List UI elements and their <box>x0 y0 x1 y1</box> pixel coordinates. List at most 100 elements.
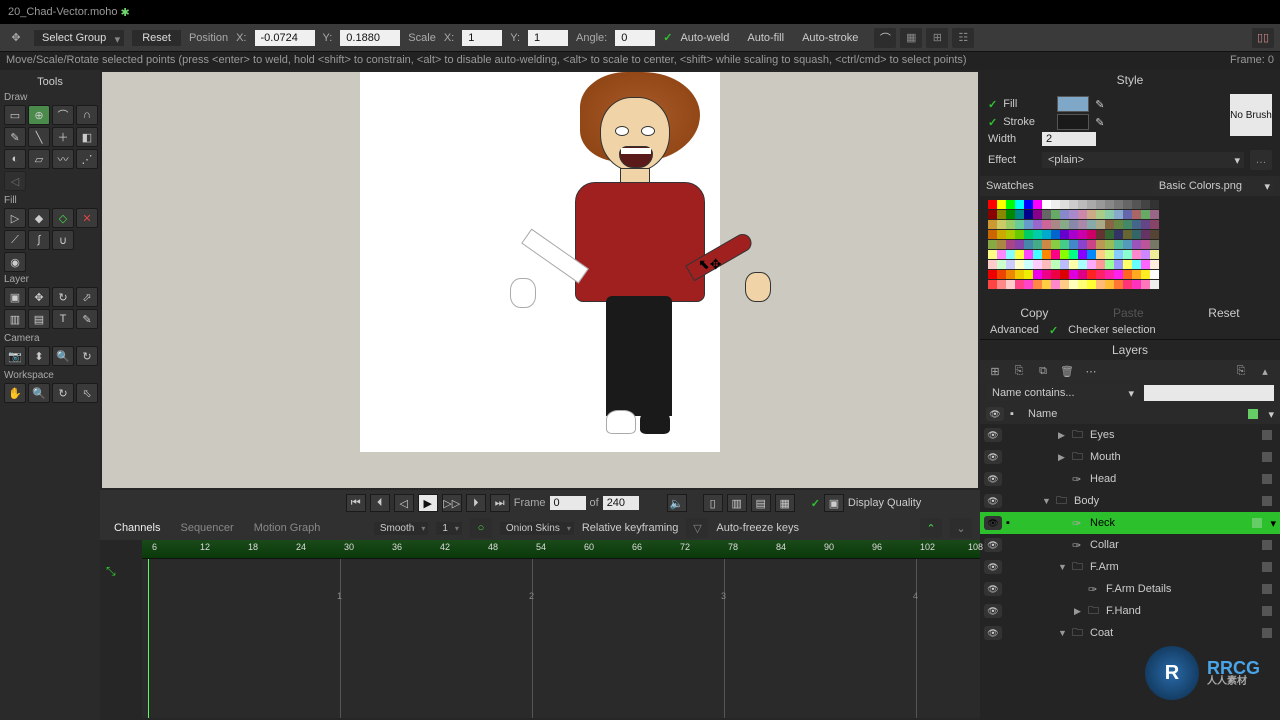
swatch-cell[interactable] <box>1024 280 1033 289</box>
swatch-cell[interactable] <box>1069 260 1078 269</box>
playhead[interactable] <box>148 559 149 718</box>
autofreeze-label[interactable]: Auto-freeze keys <box>716 522 799 534</box>
swatch-cell[interactable] <box>1033 210 1042 219</box>
swatch-cell[interactable] <box>1060 280 1069 289</box>
swatch-cell[interactable] <box>1042 280 1051 289</box>
swatch-cell[interactable] <box>1069 230 1078 239</box>
swatch-cell[interactable] <box>988 270 997 279</box>
position-y-input[interactable]: 0.1880 <box>340 30 400 46</box>
position-x-input[interactable]: -0.0724 <box>255 30 315 46</box>
curve-profile-tool[interactable]: ∫ <box>28 230 50 250</box>
swatch-cell[interactable] <box>1060 240 1069 249</box>
swatch-cell[interactable] <box>1087 260 1096 269</box>
swatch-cell[interactable] <box>1033 200 1042 209</box>
swatch-cell[interactable] <box>1024 250 1033 259</box>
swatch-cell[interactable] <box>1132 250 1141 259</box>
layer-row[interactable]: 👁 ▶ 🗀 F.Hand <box>980 600 1280 622</box>
swatch-cell[interactable] <box>988 240 997 249</box>
swatch-cell[interactable] <box>1051 210 1060 219</box>
swatch-cell[interactable] <box>1105 230 1114 239</box>
select-group-dropdown[interactable]: Select Group▾ <box>34 30 124 46</box>
swatch-cell[interactable] <box>1105 240 1114 249</box>
swatch-cell[interactable] <box>1150 220 1159 229</box>
swatch-cell[interactable] <box>1105 220 1114 229</box>
visibility-toggle[interactable]: 👁 <box>984 604 1002 618</box>
swatch-cell[interactable] <box>1105 250 1114 259</box>
swatch-cell[interactable] <box>1114 220 1123 229</box>
eyedropper-icon[interactable]: ✎ <box>1095 98 1104 111</box>
layer-color-tag[interactable] <box>1262 562 1272 572</box>
audio-button[interactable]: 🔈 <box>667 494 687 512</box>
swatch-cell[interactable] <box>1024 230 1033 239</box>
name-filter-dropdown[interactable]: Name contains...▾ <box>986 385 1138 401</box>
swatch-cell[interactable] <box>988 250 997 259</box>
swatch-cell[interactable] <box>1015 200 1024 209</box>
swatch-cell[interactable] <box>1123 200 1132 209</box>
layer-row[interactable]: 👁 ▼ 🗀 Coat <box>980 622 1280 644</box>
swatch-cell[interactable] <box>1123 220 1132 229</box>
swatch-cell[interactable] <box>1033 270 1042 279</box>
camera-zoom-tool[interactable]: 🔍 <box>52 346 74 366</box>
swatch-cell[interactable] <box>1105 200 1114 209</box>
expand-icon[interactable]: ▼ <box>1042 496 1052 506</box>
freehand-tool[interactable]: 〰 <box>52 149 74 169</box>
swatch-cell[interactable] <box>997 230 1006 239</box>
layer-row[interactable]: 👁 ▶ 🗀 Mouth <box>980 446 1280 468</box>
swatch-cell[interactable] <box>1006 210 1015 219</box>
onion-dropdown[interactable]: Onion Skins▾ <box>500 522 574 535</box>
create-shape-tool[interactable]: ◇ <box>52 208 74 228</box>
pan-tool[interactable]: ✋ <box>4 383 26 403</box>
swatch-cell[interactable] <box>1024 240 1033 249</box>
swatch-cell[interactable] <box>1105 280 1114 289</box>
swatch-cell[interactable] <box>1069 270 1078 279</box>
layer-row[interactable]: 👁 ▪ ✑ Neck ▾ <box>980 512 1280 534</box>
swatch-cell[interactable] <box>1006 220 1015 229</box>
layer-color-tag[interactable] <box>1262 584 1272 594</box>
swatch-cell[interactable] <box>1141 260 1150 269</box>
swatch-cell[interactable] <box>1105 260 1114 269</box>
single-view-button[interactable]: ▯ <box>703 494 723 512</box>
expand-icon[interactable]: ⌄ <box>950 518 972 538</box>
snap-icon[interactable]: ⌒ <box>874 28 896 48</box>
layer-color-tag[interactable] <box>1262 606 1272 616</box>
group-layer-button[interactable]: ⧉ <box>1034 362 1052 380</box>
eyedropper-icon[interactable]: ✎ <box>1095 116 1104 129</box>
swatch-cell[interactable] <box>1015 280 1024 289</box>
stroke-checkbox[interactable]: Stroke <box>1003 116 1051 128</box>
swatch-cell[interactable] <box>1087 220 1096 229</box>
swatch-cell[interactable] <box>1006 280 1015 289</box>
orbit-tool[interactable]: ⬁ <box>76 383 98 403</box>
swatch-cell[interactable] <box>1150 280 1159 289</box>
swatch-cell[interactable] <box>1060 220 1069 229</box>
pencil-tool[interactable]: ✎ <box>4 127 26 147</box>
layer-rotate-tool[interactable]: ↻ <box>52 287 74 307</box>
swatch-cell[interactable] <box>1096 270 1105 279</box>
swatch-cell[interactable] <box>997 220 1006 229</box>
swatch-cell[interactable] <box>1123 270 1132 279</box>
paint-bucket-tool[interactable]: ◆ <box>28 208 50 228</box>
scatter-tool[interactable]: ⋰ <box>76 149 98 169</box>
step-back-button[interactable]: ◁ <box>394 494 414 512</box>
swatch-cell[interactable] <box>1123 230 1132 239</box>
swatch-cell[interactable] <box>1096 240 1105 249</box>
swatch-cell[interactable] <box>1024 260 1033 269</box>
ruler-icon[interactable]: ☷ <box>952 28 974 48</box>
step-dropdown[interactable]: 1▾ <box>436 522 462 535</box>
color-picker-tool[interactable]: ◉ <box>4 252 26 272</box>
swatch-cell[interactable] <box>1078 230 1087 239</box>
swatch-cell[interactable] <box>1006 240 1015 249</box>
tab-motion-graph[interactable]: Motion Graph <box>248 520 327 536</box>
swatch-cell[interactable] <box>988 260 997 269</box>
layer-row[interactable]: 👁 ▼ 🗀 Body <box>980 490 1280 512</box>
brush-preview[interactable]: No Brush <box>1230 94 1272 136</box>
swatch-cell[interactable] <box>1006 230 1015 239</box>
swatch-cell[interactable] <box>1015 230 1024 239</box>
swatch-cell[interactable] <box>1114 260 1123 269</box>
layer-row[interactable]: 👁 ▶ 🗀 Eyes <box>980 424 1280 446</box>
layer-color-tool[interactable]: ✎ <box>76 309 98 329</box>
text-tool[interactable]: T <box>52 309 74 329</box>
swatch-cell[interactable] <box>1087 200 1096 209</box>
swatch-cell[interactable] <box>1141 250 1150 259</box>
visibility-header-icon[interactable]: 👁 <box>986 407 1004 421</box>
swatch-cell[interactable] <box>1087 240 1096 249</box>
